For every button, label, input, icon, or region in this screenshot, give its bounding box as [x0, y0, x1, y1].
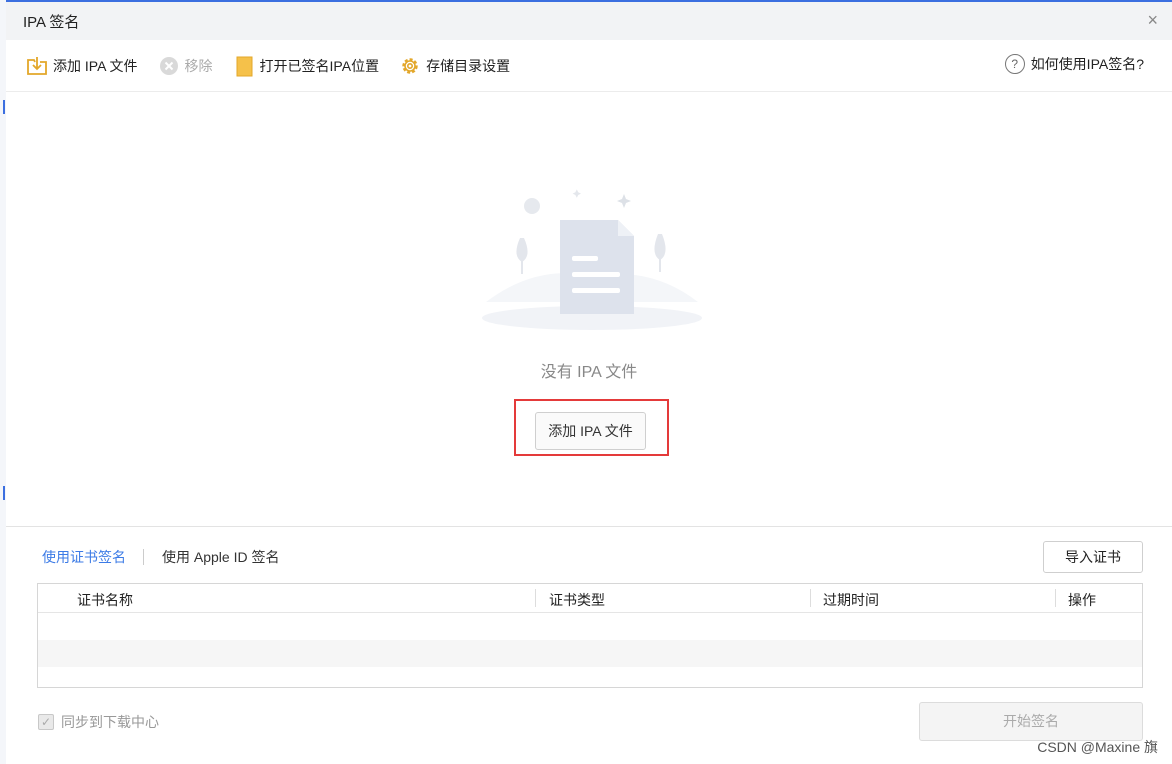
sync-download-center-checkbox[interactable]: ✓ 同步到下载中心 [38, 712, 159, 732]
add-ipa-file-center-button[interactable]: 添加 IPA 文件 [535, 412, 646, 450]
tab-certificate-sign[interactable]: 使用证书签名 [42, 547, 126, 567]
remove-button[interactable]: 移除 [158, 54, 213, 78]
empty-state: 没有 IPA 文件 添加 IPA 文件 [6, 92, 1172, 526]
column-header-actions: 操作 [1068, 592, 1096, 608]
column-header-cert-type: 证书类型 [549, 592, 605, 608]
certificate-table: 证书名称 证书类型 过期时间 操作 [37, 583, 1143, 688]
add-ipa-file-button[interactable]: 添加 IPA 文件 [26, 54, 138, 78]
tab-separator [143, 549, 144, 565]
title-bar: IPA 签名 × [6, 2, 1172, 40]
close-icon[interactable]: × [1147, 11, 1158, 29]
open-signed-ipa-location-button[interactable]: 打开已签名IPA位置 [233, 54, 380, 78]
table-header: 证书名称 证书类型 过期时间 操作 [38, 584, 1142, 613]
column-header-cert-name: 证书名称 [77, 592, 133, 608]
column-separator [810, 589, 811, 607]
storage-directory-settings-button[interactable]: 存储目录设置 [399, 54, 510, 78]
start-signing-button[interactable]: 开始签名 [919, 702, 1143, 741]
storage-directory-settings-label: 存储目录设置 [426, 57, 511, 74]
help-link[interactable]: ? 如何使用IPA签名? [1004, 54, 1144, 74]
sign-method-tabs: 使用证书签名 使用 Apple ID 签名 [42, 547, 279, 567]
toolbar: 添加 IPA 文件 移除 打开已签名IPA位置 存储目录设置 ? 如何使用IPA… [6, 40, 1172, 92]
table-row [38, 613, 1142, 640]
table-row [38, 640, 1142, 667]
import-certificate-button[interactable]: 导入证书 [1043, 541, 1143, 573]
column-separator [1055, 589, 1056, 607]
help-label: 如何使用IPA签名? [1030, 56, 1144, 72]
window-title: IPA 签名 [23, 13, 80, 31]
edge-marker [3, 100, 5, 114]
empty-document-illustration [482, 189, 702, 330]
column-separator [535, 589, 536, 607]
column-header-expiry: 过期时间 [823, 592, 879, 608]
folder-icon [233, 55, 255, 77]
edge-marker [3, 486, 5, 500]
section-divider [6, 526, 1172, 527]
open-signed-ipa-location-label: 打开已签名IPA位置 [259, 57, 380, 74]
add-ipa-file-label: 添加 IPA 文件 [53, 57, 138, 74]
remove-icon [158, 55, 180, 77]
ipa-sign-dialog: IPA 签名 × 添加 IPA 文件 移除 打开已签名IPA位置 存储目录设置 … [0, 0, 1172, 764]
question-icon: ? [1004, 54, 1025, 74]
empty-state-message: 没有 IPA 文件 [540, 364, 638, 381]
checkbox-checked-icon: ✓ [38, 714, 54, 730]
folder-import-icon [26, 55, 48, 77]
sync-download-center-label: 同步到下载中心 [61, 714, 159, 730]
remove-label: 移除 [184, 57, 213, 74]
tab-apple-id-sign[interactable]: 使用 Apple ID 签名 [162, 547, 279, 567]
watermark: CSDN @Maxine 旗 [1037, 739, 1158, 755]
gear-icon [399, 55, 421, 77]
